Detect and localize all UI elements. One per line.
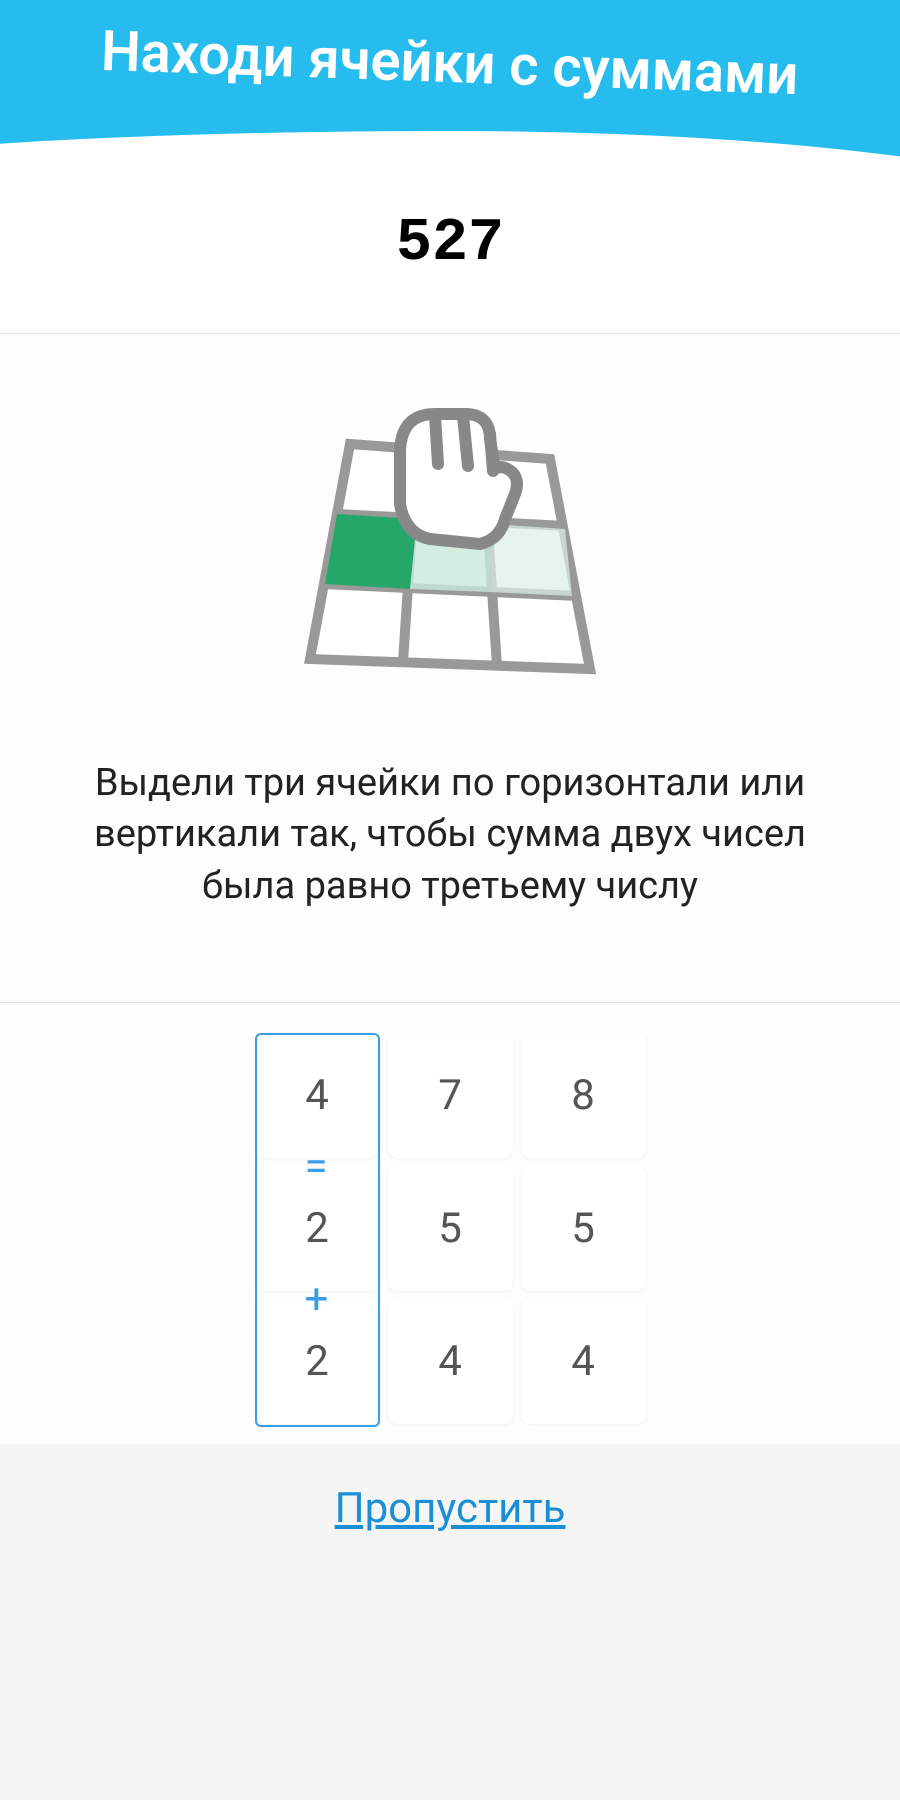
grid-cell-0[interactable]: 4 <box>255 1033 380 1158</box>
skip-button[interactable]: Пропустить <box>335 1484 566 1533</box>
grid-section: = + 4 7 8 2 5 5 2 4 4 <box>0 1003 900 1444</box>
grid-cell-2[interactable]: 8 <box>521 1033 646 1158</box>
score-section: 527 <box>0 210 900 333</box>
grid-cell-1[interactable]: 7 <box>388 1033 513 1158</box>
score-value: 527 <box>0 210 900 278</box>
plus-operator: + <box>305 1275 329 1324</box>
skip-section: Пропустить <box>0 1444 900 1573</box>
grid-cell-7[interactable]: 4 <box>388 1299 513 1424</box>
instruction-text: Выдели три ячейки по горизонтали или вер… <box>40 758 860 912</box>
number-grid: = + 4 7 8 2 5 5 2 4 4 <box>255 1033 646 1424</box>
page-title: Находи ячейки с суммами <box>100 18 799 108</box>
header-banner: Находи ячейки с суммами <box>0 0 900 210</box>
grid-cell-4[interactable]: 5 <box>388 1166 513 1291</box>
grid-cell-5[interactable]: 5 <box>521 1166 646 1291</box>
tutorial-illustration <box>290 404 610 698</box>
tutorial-section: Выдели три ячейки по горизонтали или вер… <box>0 333 900 1003</box>
grid-cell-8[interactable]: 4 <box>521 1299 646 1424</box>
equals-operator: = <box>305 1142 328 1191</box>
